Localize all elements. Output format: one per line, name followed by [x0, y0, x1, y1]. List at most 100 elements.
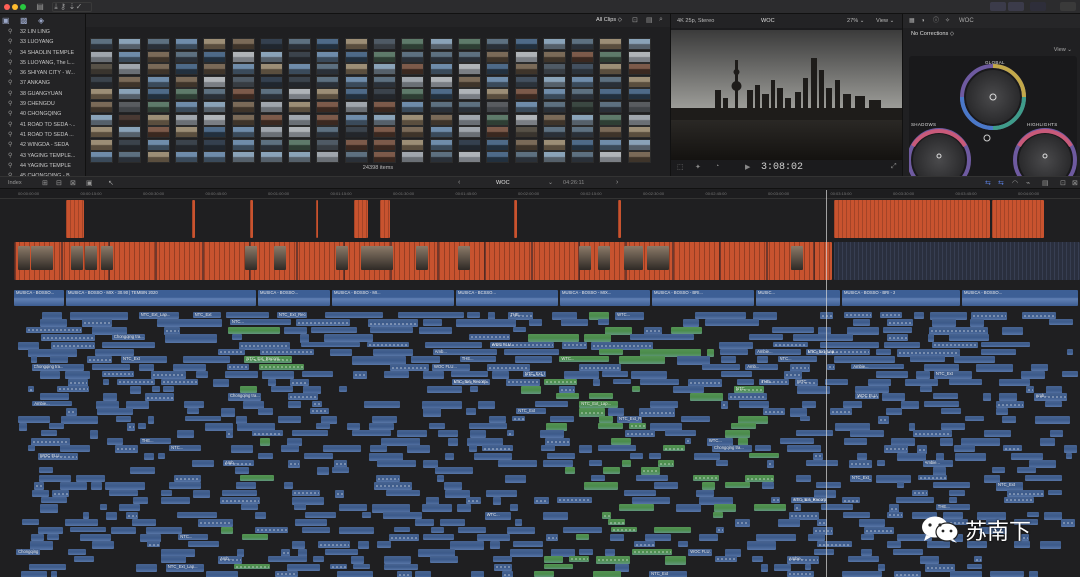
library-event-item[interactable]: ⚲ 37 ANKANG	[0, 78, 85, 88]
connected-clip[interactable]: NTC_Ext	[516, 408, 547, 415]
connected-clip[interactable]	[450, 541, 485, 550]
clip-thumbnail[interactable]	[627, 126, 651, 139]
connected-clip[interactable]: NTC...	[734, 386, 765, 394]
connected-clip[interactable]	[939, 437, 954, 446]
connected-clip[interactable]	[1011, 452, 1044, 461]
connected-clip[interactable]	[843, 437, 868, 445]
clip-thumbnail[interactable]	[316, 88, 340, 101]
connected-clip[interactable]	[386, 489, 421, 497]
connected-clip[interactable]	[631, 497, 671, 504]
library-event-item[interactable]: ⚲ 38 GUANGYUAN	[0, 89, 85, 99]
connected-clip[interactable]: WTC...	[559, 356, 610, 363]
connected-clip[interactable]	[489, 541, 501, 549]
connected-clip[interactable]	[841, 571, 882, 577]
connected-clip[interactable]	[754, 445, 772, 452]
connected-clip[interactable]	[854, 386, 889, 394]
connected-clip[interactable]	[804, 563, 811, 570]
connected-clip[interactable]	[805, 460, 838, 467]
clip-thumbnail[interactable]	[174, 63, 198, 76]
timeline-index-button[interactable]: Index	[8, 180, 22, 186]
connected-clip[interactable]	[436, 474, 444, 483]
connected-clip[interactable]	[177, 511, 217, 518]
connected-clip[interactable]: Ambie...	[32, 400, 73, 407]
connected-clip[interactable]	[40, 334, 96, 342]
connected-clip[interactable]	[868, 378, 892, 386]
connected-clip[interactable]	[329, 349, 352, 357]
connected-clip[interactable]	[169, 482, 201, 489]
clip-thumbnail[interactable]	[599, 63, 623, 76]
connected-clip[interactable]	[598, 423, 624, 429]
connected-clip[interactable]	[901, 400, 919, 410]
clip-thumbnail[interactable]	[429, 151, 453, 164]
connected-clip[interactable]	[990, 571, 1025, 577]
library-event-item[interactable]: ⚲ 44 YAGING TEMPLE	[0, 161, 85, 171]
connected-clip[interactable]	[917, 474, 948, 481]
connected-clip[interactable]	[701, 363, 740, 370]
connected-clip[interactable]	[877, 460, 885, 466]
clip-thumbnail[interactable]	[457, 138, 481, 151]
connected-clip[interactable]	[370, 445, 387, 452]
connected-clip[interactable]	[493, 563, 513, 571]
connected-clip[interactable]: NTC_Ext_Lap...	[579, 400, 618, 408]
connected-clip[interactable]	[444, 452, 454, 460]
clip-thumbnail[interactable]	[627, 63, 651, 76]
connected-clip[interactable]	[116, 415, 132, 422]
connected-clip[interactable]	[772, 326, 815, 333]
clip-thumbnail[interactable]	[90, 151, 113, 164]
clip-thumbnail[interactable]	[627, 88, 651, 101]
connected-clip[interactable]	[188, 541, 220, 548]
clip-thumbnail[interactable]	[174, 101, 198, 113]
connected-clip[interactable]	[564, 467, 576, 474]
connected-clip[interactable]	[18, 415, 51, 424]
timecode-display[interactable]: 3:08:02	[761, 162, 803, 173]
connected-clip[interactable]	[89, 430, 98, 439]
connected-clip[interactable]	[1049, 430, 1063, 437]
clip-thumbnail[interactable]	[344, 50, 368, 63]
connected-clip[interactable]	[50, 571, 58, 577]
connected-clip[interactable]	[102, 371, 135, 377]
clip-thumbnail[interactable]	[174, 138, 198, 151]
clip-thumbnail[interactable]	[288, 88, 312, 101]
clip-thumbnail[interactable]	[627, 138, 651, 151]
storyline-thumbnail[interactable]	[457, 246, 470, 270]
connected-clip[interactable]	[135, 563, 158, 573]
connected-clip[interactable]	[720, 349, 749, 356]
clip-thumbnail[interactable]	[203, 88, 227, 101]
connected-clip[interactable]	[592, 378, 601, 386]
connected-clip[interactable]	[543, 511, 568, 520]
connected-clip[interactable]	[1001, 326, 1024, 335]
project-menu-icon[interactable]: ⌄	[548, 179, 553, 186]
clip-thumbnail[interactable]	[231, 75, 255, 88]
connected-clip[interactable]	[673, 386, 704, 393]
connected-clip[interactable]	[370, 326, 414, 333]
connected-clip[interactable]: NTC_Ext_Recorp...	[791, 497, 827, 503]
clip-thumbnail[interactable]	[231, 151, 255, 164]
connected-clip[interactable]	[184, 415, 221, 422]
connected-clip[interactable]	[161, 378, 198, 386]
clip-thumbnail[interactable]	[231, 126, 255, 139]
clip-thumbnail[interactable]	[486, 126, 510, 139]
connected-clip[interactable]	[948, 489, 966, 497]
connected-clip[interactable]	[559, 386, 576, 394]
connected-clip[interactable]	[569, 556, 589, 562]
connected-clip[interactable]	[390, 363, 429, 372]
connected-clip[interactable]	[886, 511, 903, 518]
connected-clip[interactable]	[64, 519, 98, 526]
connected-clip[interactable]	[353, 371, 368, 379]
connected-clip[interactable]	[807, 534, 825, 542]
connected-clip[interactable]	[513, 326, 527, 333]
connected-clip[interactable]	[861, 548, 872, 556]
connected-clip[interactable]	[422, 371, 445, 380]
connected-clip[interactable]	[967, 563, 983, 570]
connected-clip[interactable]	[544, 556, 564, 564]
connected-clip[interactable]	[37, 526, 64, 534]
clip-thumbnail[interactable]	[401, 63, 425, 76]
clip-thumbnail[interactable]	[288, 50, 312, 63]
connected-clip[interactable]: Ambie...	[851, 363, 904, 370]
clip-thumbnail[interactable]	[486, 50, 510, 63]
connected-clip[interactable]	[625, 430, 655, 437]
connected-clip[interactable]	[948, 378, 982, 386]
clip-thumbnail[interactable]	[457, 75, 481, 88]
playhead[interactable]	[826, 190, 827, 577]
music-audio-clip[interactable]: MUSICA - BOSSO...	[962, 290, 1078, 306]
